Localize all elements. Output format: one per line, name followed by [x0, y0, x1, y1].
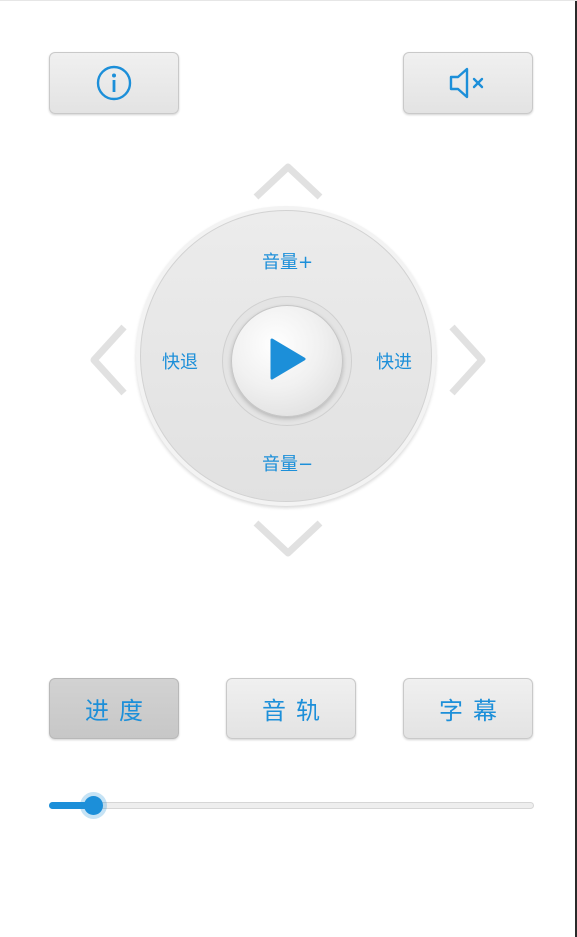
mute-icon	[447, 65, 489, 101]
fast-forward-button[interactable]: 快进	[376, 348, 412, 374]
info-icon	[95, 64, 133, 102]
chevron-left-icon	[88, 324, 128, 401]
down-arrow-button[interactable]	[252, 519, 324, 563]
rewind-button[interactable]: 快退	[162, 348, 198, 374]
subtitle-tab-label: 字幕	[439, 697, 507, 725]
play-button[interactable]	[231, 305, 343, 417]
info-button[interactable]	[49, 52, 179, 114]
play-icon	[266, 336, 308, 386]
slider-track	[49, 802, 534, 809]
subtitle-tab-button[interactable]: 字幕	[403, 678, 533, 739]
volume-up-button[interactable]: 音量+	[262, 248, 313, 274]
left-arrow-button[interactable]	[88, 323, 128, 401]
progress-tab-button[interactable]: 进度	[49, 678, 179, 739]
audio-track-tab-button[interactable]: 音轨	[226, 678, 356, 739]
chevron-right-icon	[448, 324, 488, 401]
volume-down-button[interactable]: 音量−	[262, 450, 313, 476]
mute-button[interactable]	[403, 52, 533, 114]
progress-tab-label: 进度	[85, 697, 153, 725]
remote-control-screen: 音量+ 音量− 快退 快进 进度 音轨 字幕	[0, 0, 577, 937]
audio-track-tab-label: 音轨	[262, 697, 330, 725]
chevron-down-icon	[252, 520, 324, 563]
chevron-up-icon	[252, 163, 324, 205]
slider-thumb[interactable]	[84, 796, 103, 815]
right-arrow-button[interactable]	[448, 323, 488, 401]
progress-slider[interactable]	[49, 791, 534, 821]
up-arrow-button[interactable]	[252, 161, 324, 205]
